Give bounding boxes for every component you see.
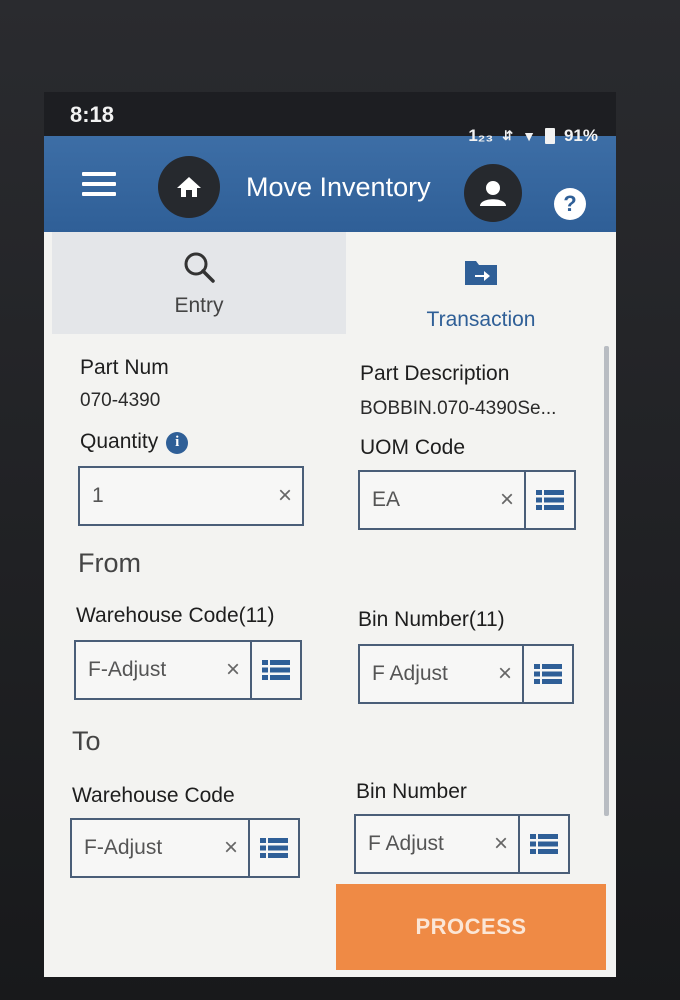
help-button[interactable]: ? [554,188,586,220]
quantity-input[interactable]: 1 [80,484,268,508]
to-bin-field[interactable]: F Adjust × [354,814,570,874]
quantity-field[interactable]: 1 × [78,466,304,526]
process-button[interactable]: PROCESS [336,884,606,970]
part-num-label: Part Num [80,356,169,379]
tab-transaction-label: Transaction [426,308,536,331]
uom-code-input[interactable]: EA [360,488,490,512]
uom-lookup-button[interactable] [524,472,574,528]
from-heading: From [78,548,141,578]
list-icon [260,838,288,858]
from-bin-lookup-button[interactable] [522,646,572,702]
part-description-label: Part Description [360,362,510,385]
to-bin-clear-icon[interactable]: × [484,830,518,858]
quantity-clear-icon[interactable]: × [268,482,302,510]
from-warehouse-lookup-button[interactable] [250,642,300,698]
to-warehouse-lookup-button[interactable] [248,820,298,876]
to-warehouse-input[interactable]: F-Adjust [72,836,214,860]
info-icon[interactable]: i [166,431,189,454]
user-button[interactable] [464,164,522,222]
to-warehouse-field[interactable]: F-Adjust × [70,818,300,878]
from-bin-field[interactable]: F Adjust × [358,644,574,704]
tab-bar: Entry Transaction [44,232,616,334]
home-icon [177,177,201,197]
app-header: Move Inventory ? [44,136,616,232]
uom-code-label: UOM Code [360,436,466,459]
menu-icon[interactable] [82,172,116,196]
scrollbar[interactable] [604,346,609,816]
status-icons: 1₂₃ ⇵ ▼ 91% [468,126,598,146]
page-title: Move Inventory [246,172,431,202]
to-heading: To [72,726,101,756]
quantity-label: Quantity i [80,430,189,454]
list-icon [536,490,564,510]
to-bin-label: Bin Number [356,780,467,803]
uom-code-field[interactable]: EA × [358,470,576,530]
list-icon [262,660,290,680]
app-screen: 8:18 1₂₃ ⇵ ▼ 91% Move Inventory ? Entry … [44,92,616,977]
from-bin-clear-icon[interactable]: × [488,660,522,688]
user-icon [480,181,506,206]
from-warehouse-field[interactable]: F-Adjust × [74,640,302,700]
part-description-value: BOBBIN.070-4390Se... [360,398,557,419]
search-icon [184,252,215,283]
battery-level: 91% [563,126,598,145]
list-icon [530,834,558,854]
to-warehouse-label: Warehouse Code [72,784,235,807]
quantity-label-text: Quantity [80,430,159,453]
uom-clear-icon[interactable]: × [490,486,524,514]
part-num-value: 070-4390 [80,390,161,411]
to-bin-input[interactable]: F Adjust [356,832,484,856]
from-bin-label: Bin Number(11) [358,608,505,631]
battery-icon [544,128,555,144]
data-arrows-icon: ⇵ [502,128,514,143]
from-warehouse-input[interactable]: F-Adjust [76,658,216,682]
to-warehouse-clear-icon[interactable]: × [214,834,248,862]
list-icon [534,664,562,684]
network-type: 1₂₃ [468,126,494,145]
move-inventory-form: Part Num 070-4390 Part Description BOBBI… [44,334,616,977]
status-time: 8:18 [70,102,115,127]
wifi-icon: ▼ [522,128,536,144]
home-button[interactable] [158,156,220,218]
tab-entry[interactable]: Entry [52,232,347,334]
folder-arrow-icon [465,261,497,285]
to-bin-lookup-button[interactable] [518,816,568,872]
from-warehouse-clear-icon[interactable]: × [216,656,250,684]
from-warehouse-label: Warehouse Code(11) [76,604,275,627]
tab-transaction[interactable]: Transaction [346,232,616,334]
help-icon: ? [563,191,577,216]
tab-entry-label: Entry [174,294,224,317]
from-bin-input[interactable]: F Adjust [360,662,488,686]
device-frame: 8:18 1₂₃ ⇵ ▼ 91% Move Inventory ? Entry … [0,0,680,1000]
